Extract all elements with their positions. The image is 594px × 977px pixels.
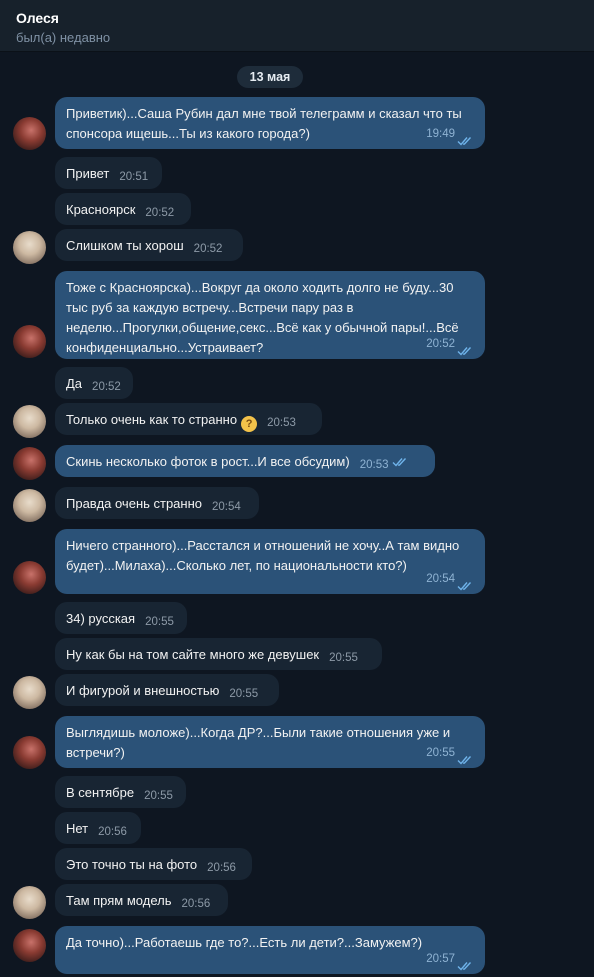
- incoming-message[interactable]: Ну как бы на том сайте много же девушек 2…: [55, 638, 382, 670]
- message-time: 20:51: [119, 171, 149, 183]
- message-text: Тоже с Красноярска)...Вокруг да около хо…: [66, 280, 454, 295]
- message-text: Нет: [66, 821, 89, 836]
- chat-header[interactable]: Олеся был(а) недавно: [0, 0, 594, 52]
- message-text: Выглядишь моложе)...Когда ДР?...Были так…: [66, 725, 451, 740]
- sender-avatar[interactable]: [13, 736, 46, 769]
- read-checkmarks-icon: [457, 132, 475, 146]
- outgoing-message[interactable]: Выглядишь моложе)...Когда ДР?...Были так…: [55, 716, 485, 768]
- message-time: 20:53: [267, 417, 296, 429]
- incoming-message[interactable]: 34) русская 20:55: [55, 602, 187, 634]
- message-list[interactable]: 13 мая Приветик)...Саша Рубин дал мне тв…: [0, 52, 594, 975]
- outgoing-message[interactable]: Приветик)...Саша Рубин дал мне твой теле…: [55, 97, 485, 149]
- message-time: 20:52: [426, 338, 455, 350]
- outgoing-message[interactable]: Тоже с Красноярска)...Вокруг да около хо…: [55, 271, 485, 359]
- message-text: неделю...Прогулки,общение,секс...Всё как…: [66, 320, 459, 335]
- message-time: 20:53: [359, 459, 389, 471]
- message-text: Ничего странного)...Расстался и отношени…: [66, 538, 460, 553]
- incoming-message[interactable]: Красноярск 20:52: [55, 193, 191, 225]
- message-time: 20:55: [229, 688, 259, 700]
- contact-avatar[interactable]: [13, 676, 46, 709]
- message-text: Правда очень странно: [66, 496, 203, 511]
- message-time: 20:56: [181, 898, 211, 910]
- contact-avatar[interactable]: [13, 886, 46, 919]
- contact-status: был(а) недавно: [16, 30, 111, 45]
- outgoing-message[interactable]: Скинь несколько фоток в рост...И все обс…: [55, 445, 435, 477]
- message-time: 20:52: [145, 207, 175, 219]
- message-text: встречи?): [66, 745, 125, 760]
- sender-avatar[interactable]: [13, 447, 46, 480]
- message-time: 20:55: [426, 747, 455, 759]
- message-text: Да точно)...Работаешь где то?...Есть ли …: [66, 935, 423, 950]
- sender-avatar[interactable]: [13, 561, 46, 594]
- message-time: 20:56: [207, 862, 236, 874]
- contact-avatar[interactable]: [13, 231, 46, 264]
- message-text: Да: [66, 376, 83, 391]
- contact-avatar[interactable]: [13, 489, 46, 522]
- message-text: Там прям модель: [66, 893, 172, 908]
- message-text: Красноярск: [66, 202, 136, 217]
- contact-avatar[interactable]: [13, 405, 46, 438]
- message-text: Ну как бы на том сайте много же девушек: [66, 647, 320, 662]
- message-text: Слишком ты хорош: [66, 238, 184, 253]
- message-time: 20:52: [92, 381, 121, 393]
- thinking-emoji-icon: ?: [241, 416, 258, 432]
- message-time: 19:49: [426, 128, 455, 140]
- message-text: Скинь несколько фоток в рост...И все обс…: [66, 454, 350, 469]
- outgoing-message[interactable]: Ничего странного)...Расстался и отношени…: [55, 529, 485, 594]
- incoming-message[interactable]: Там прям модель 20:56: [55, 884, 228, 916]
- read-checkmarks-icon: [457, 342, 475, 356]
- incoming-message[interactable]: Привет 20:51: [55, 157, 162, 189]
- message-text: спонсора ищешь...Ты из какого города?): [66, 126, 310, 141]
- sender-avatar[interactable]: [13, 117, 46, 150]
- read-checkmarks-icon: [457, 751, 475, 765]
- message-text: В сентябре: [66, 785, 135, 800]
- read-checkmarks-icon: [457, 577, 475, 591]
- message-text: Приветик)...Саша Рубин дал мне твой теле…: [66, 106, 462, 121]
- message-time: 20:55: [144, 790, 173, 802]
- message-text: Только очень как то странно: [66, 412, 238, 427]
- message-text: тыс руб за каждую встречу...Встречи пару…: [66, 300, 354, 315]
- incoming-message[interactable]: Только очень как то странно? 20:53: [55, 403, 322, 435]
- message-text: конфиденциально...Устраивает?: [66, 340, 264, 355]
- read-checkmarks-icon: [392, 453, 410, 467]
- sender-avatar[interactable]: [13, 929, 46, 962]
- read-checkmarks-icon: [457, 957, 475, 971]
- message-text: И фигурой и внешностью: [66, 683, 220, 698]
- message-time: 20:57: [426, 953, 455, 965]
- message-time: 20:55: [329, 652, 358, 664]
- incoming-message[interactable]: Слишком ты хорош 20:52: [55, 229, 243, 261]
- message-time: 20:54: [212, 501, 241, 513]
- incoming-message[interactable]: В сентябре 20:55: [55, 776, 186, 808]
- message-text: Это точно ты на фото: [66, 857, 198, 872]
- message-text: Привет: [66, 166, 110, 181]
- sender-avatar[interactable]: [13, 325, 46, 358]
- incoming-message[interactable]: И фигурой и внешностью 20:55: [55, 674, 279, 706]
- message-text: будет)...Милаха)...Сколько лет, по нацио…: [66, 558, 407, 573]
- message-time: 20:54: [426, 573, 455, 585]
- message-time: 20:55: [145, 616, 174, 628]
- message-time: 20:52: [193, 243, 223, 255]
- incoming-message[interactable]: Да 20:52: [55, 367, 133, 399]
- outgoing-message[interactable]: Да точно)...Работаешь где то?...Есть ли …: [55, 926, 485, 974]
- incoming-message[interactable]: Это точно ты на фото 20:56: [55, 848, 252, 880]
- contact-name[interactable]: Олеся: [16, 9, 594, 27]
- incoming-message[interactable]: Нет 20:56: [55, 812, 141, 844]
- date-separator: 13 мая: [237, 66, 303, 88]
- message-time: 20:56: [98, 826, 127, 838]
- message-text: 34) русская: [66, 611, 136, 626]
- incoming-message[interactable]: Правда очень странно 20:54: [55, 487, 259, 519]
